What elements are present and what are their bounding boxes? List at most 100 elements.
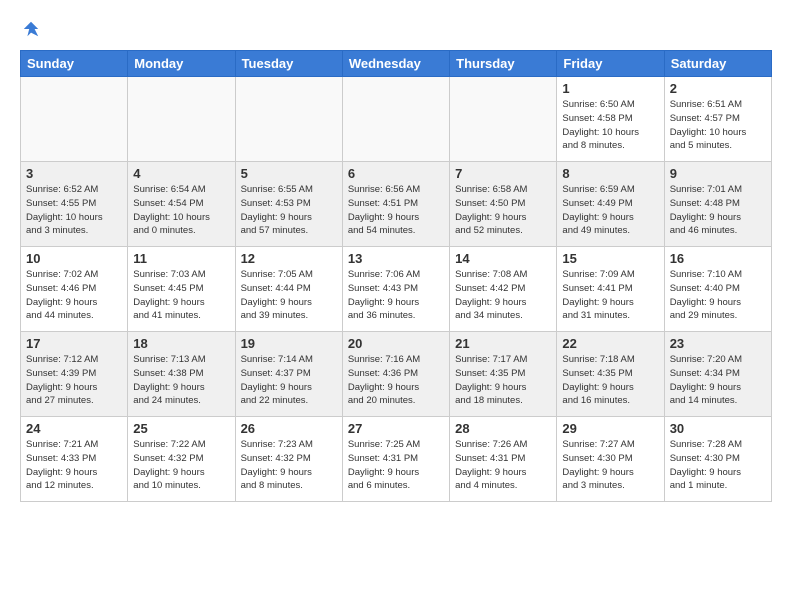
day-info: Sunrise: 7:09 AM Sunset: 4:41 PM Dayligh… (562, 268, 658, 323)
day-number: 25 (133, 421, 229, 436)
day-number: 18 (133, 336, 229, 351)
calendar-week-row: 3Sunrise: 6:52 AM Sunset: 4:55 PM Daylig… (21, 162, 772, 247)
calendar-week-row: 10Sunrise: 7:02 AM Sunset: 4:46 PM Dayli… (21, 247, 772, 332)
day-number: 27 (348, 421, 444, 436)
day-info: Sunrise: 7:28 AM Sunset: 4:30 PM Dayligh… (670, 438, 766, 493)
calendar-table: SundayMondayTuesdayWednesdayThursdayFrid… (20, 50, 772, 502)
calendar-cell: 26 Sunrise: 7:23 AM Sunset: 4:32 PM Dayli… (235, 417, 342, 502)
day-info: Sunrise: 7:23 AM Sunset: 4:32 PM Dayligh… (241, 438, 337, 493)
calendar-header-row: SundayMondayTuesdayWednesdayThursdayFrid… (21, 51, 772, 77)
day-info: Sunrise: 6:55 AM Sunset: 4:53 PM Dayligh… (241, 183, 337, 238)
day-info: Sunrise: 7:06 AM Sunset: 4:43 PM Dayligh… (348, 268, 444, 323)
day-number: 9 (670, 166, 766, 181)
day-number: 15 (562, 251, 658, 266)
calendar-cell (235, 77, 342, 162)
calendar-cell (21, 77, 128, 162)
logo-bird-icon (22, 20, 40, 38)
day-number: 16 (670, 251, 766, 266)
calendar-cell: 7 Sunrise: 6:58 AM Sunset: 4:50 PM Daylig… (450, 162, 557, 247)
col-header-friday: Friday (557, 51, 664, 77)
calendar-cell: 3Sunrise: 6:52 AM Sunset: 4:55 PM Daylig… (21, 162, 128, 247)
calendar-cell: 8 Sunrise: 6:59 AM Sunset: 4:49 PM Daylig… (557, 162, 664, 247)
day-info: Sunrise: 6:52 AM Sunset: 4:55 PM Dayligh… (26, 183, 122, 238)
day-info: Sunrise: 7:08 AM Sunset: 4:42 PM Dayligh… (455, 268, 551, 323)
day-info: Sunrise: 7:05 AM Sunset: 4:44 PM Dayligh… (241, 268, 337, 323)
calendar-cell: 6 Sunrise: 6:56 AM Sunset: 4:51 PM Daylig… (342, 162, 449, 247)
day-number: 8 (562, 166, 658, 181)
logo (20, 20, 40, 38)
calendar-cell: 10Sunrise: 7:02 AM Sunset: 4:46 PM Dayli… (21, 247, 128, 332)
day-number: 17 (26, 336, 122, 351)
day-info: Sunrise: 6:59 AM Sunset: 4:49 PM Dayligh… (562, 183, 658, 238)
day-info: Sunrise: 6:51 AM Sunset: 4:57 PM Dayligh… (670, 98, 766, 153)
col-header-tuesday: Tuesday (235, 51, 342, 77)
day-info: Sunrise: 7:12 AM Sunset: 4:39 PM Dayligh… (26, 353, 122, 408)
calendar-cell: 17 Sunrise: 7:12 AM Sunset: 4:39 PM Dayli… (21, 332, 128, 417)
day-info: Sunrise: 7:25 AM Sunset: 4:31 PM Dayligh… (348, 438, 444, 493)
day-info: Sunrise: 7:18 AM Sunset: 4:35 PM Dayligh… (562, 353, 658, 408)
day-number: 12 (241, 251, 337, 266)
calendar-cell (128, 77, 235, 162)
day-number: 24 (26, 421, 122, 436)
calendar-cell: 29 Sunrise: 7:27 AM Sunset: 4:30 PM Dayli… (557, 417, 664, 502)
day-info: Sunrise: 7:26 AM Sunset: 4:31 PM Dayligh… (455, 438, 551, 493)
day-number: 11 (133, 251, 229, 266)
calendar-cell: 24 Sunrise: 7:21 AM Sunset: 4:33 PM Dayli… (21, 417, 128, 502)
calendar-cell: 1 Sunrise: 6:50 AM Sunset: 4:58 PM Daylig… (557, 77, 664, 162)
day-info: Sunrise: 7:01 AM Sunset: 4:48 PM Dayligh… (670, 183, 766, 238)
calendar-cell: 19 Sunrise: 7:14 AM Sunset: 4:37 PM Dayli… (235, 332, 342, 417)
day-number: 20 (348, 336, 444, 351)
calendar-cell: 2Sunrise: 6:51 AM Sunset: 4:57 PM Daylig… (664, 77, 771, 162)
col-header-wednesday: Wednesday (342, 51, 449, 77)
day-info: Sunrise: 6:56 AM Sunset: 4:51 PM Dayligh… (348, 183, 444, 238)
day-info: Sunrise: 6:50 AM Sunset: 4:58 PM Dayligh… (562, 98, 658, 153)
day-number: 23 (670, 336, 766, 351)
day-info: Sunrise: 6:58 AM Sunset: 4:50 PM Dayligh… (455, 183, 551, 238)
calendar-cell (342, 77, 449, 162)
calendar-cell: 20 Sunrise: 7:16 AM Sunset: 4:36 PM Dayli… (342, 332, 449, 417)
col-header-monday: Monday (128, 51, 235, 77)
day-info: Sunrise: 7:14 AM Sunset: 4:37 PM Dayligh… (241, 353, 337, 408)
day-number: 13 (348, 251, 444, 266)
day-info: Sunrise: 7:17 AM Sunset: 4:35 PM Dayligh… (455, 353, 551, 408)
day-info: Sunrise: 7:16 AM Sunset: 4:36 PM Dayligh… (348, 353, 444, 408)
calendar-cell: 25 Sunrise: 7:22 AM Sunset: 4:32 PM Dayli… (128, 417, 235, 502)
calendar-cell: 9 Sunrise: 7:01 AM Sunset: 4:48 PM Daylig… (664, 162, 771, 247)
day-number: 1 (562, 81, 658, 96)
calendar-cell: 5 Sunrise: 6:55 AM Sunset: 4:53 PM Daylig… (235, 162, 342, 247)
calendar-week-row: 17 Sunrise: 7:12 AM Sunset: 4:39 PM Dayli… (21, 332, 772, 417)
day-info: Sunrise: 6:54 AM Sunset: 4:54 PM Dayligh… (133, 183, 229, 238)
day-number: 4 (133, 166, 229, 181)
day-number: 5 (241, 166, 337, 181)
calendar-cell: 12 Sunrise: 7:05 AM Sunset: 4:44 PM Dayli… (235, 247, 342, 332)
day-number: 14 (455, 251, 551, 266)
day-number: 22 (562, 336, 658, 351)
col-header-thursday: Thursday (450, 51, 557, 77)
day-info: Sunrise: 7:10 AM Sunset: 4:40 PM Dayligh… (670, 268, 766, 323)
calendar-cell: 21Sunrise: 7:17 AM Sunset: 4:35 PM Dayli… (450, 332, 557, 417)
day-info: Sunrise: 7:22 AM Sunset: 4:32 PM Dayligh… (133, 438, 229, 493)
day-info: Sunrise: 7:03 AM Sunset: 4:45 PM Dayligh… (133, 268, 229, 323)
calendar-cell: 22 Sunrise: 7:18 AM Sunset: 4:35 PM Dayli… (557, 332, 664, 417)
calendar-cell: 15 Sunrise: 7:09 AM Sunset: 4:41 PM Dayli… (557, 247, 664, 332)
day-info: Sunrise: 7:20 AM Sunset: 4:34 PM Dayligh… (670, 353, 766, 408)
calendar-cell (450, 77, 557, 162)
day-number: 7 (455, 166, 551, 181)
calendar-cell: 23 Sunrise: 7:20 AM Sunset: 4:34 PM Dayli… (664, 332, 771, 417)
page: SundayMondayTuesdayWednesdayThursdayFrid… (0, 0, 792, 512)
day-info: Sunrise: 7:21 AM Sunset: 4:33 PM Dayligh… (26, 438, 122, 493)
day-number: 29 (562, 421, 658, 436)
col-header-saturday: Saturday (664, 51, 771, 77)
calendar-cell: 27 Sunrise: 7:25 AM Sunset: 4:31 PM Dayli… (342, 417, 449, 502)
day-number: 19 (241, 336, 337, 351)
day-number: 26 (241, 421, 337, 436)
day-info: Sunrise: 7:13 AM Sunset: 4:38 PM Dayligh… (133, 353, 229, 408)
day-number: 30 (670, 421, 766, 436)
calendar-cell: 18 Sunrise: 7:13 AM Sunset: 4:38 PM Dayli… (128, 332, 235, 417)
calendar-cell: 13 Sunrise: 7:06 AM Sunset: 4:43 PM Dayli… (342, 247, 449, 332)
day-info: Sunrise: 7:27 AM Sunset: 4:30 PM Dayligh… (562, 438, 658, 493)
calendar-week-row: 24 Sunrise: 7:21 AM Sunset: 4:33 PM Dayli… (21, 417, 772, 502)
calendar-cell: 11 Sunrise: 7:03 AM Sunset: 4:45 PM Dayli… (128, 247, 235, 332)
calendar-week-row: 1 Sunrise: 6:50 AM Sunset: 4:58 PM Daylig… (21, 77, 772, 162)
day-number: 6 (348, 166, 444, 181)
